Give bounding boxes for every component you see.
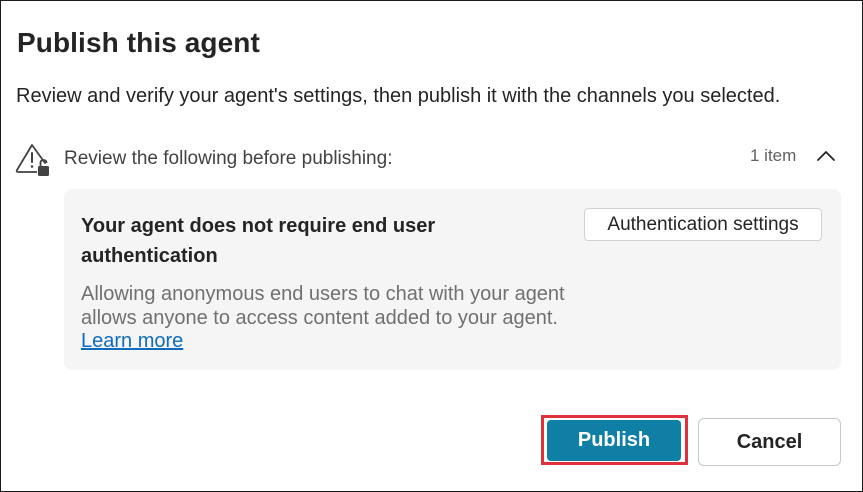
card-body-text: Allowing anonymous end users to chat wit… xyxy=(81,283,565,329)
publish-dialog: Publish this agent Review and verify you… xyxy=(0,0,863,492)
warning-lock-icon xyxy=(15,141,53,179)
chevron-up-icon[interactable] xyxy=(813,143,839,169)
dialog-description: Review and verify your agent's settings,… xyxy=(16,85,781,107)
learn-more-link[interactable]: Learn more xyxy=(81,330,183,352)
publish-button[interactable]: Publish xyxy=(547,420,681,461)
auth-warning-card: Your agent does not require end user aut… xyxy=(64,189,841,370)
cancel-button[interactable]: Cancel xyxy=(698,418,841,466)
item-count: 1 item xyxy=(750,146,797,165)
dialog-title: Publish this agent xyxy=(17,27,260,58)
review-section-header: Review the following before publishing: … xyxy=(15,137,845,177)
card-body: Allowing anonymous end users to chat wit… xyxy=(81,283,591,354)
review-label: Review the following before publishing: xyxy=(64,148,393,169)
authentication-settings-button[interactable]: Authentication settings xyxy=(584,208,822,241)
card-title: Your agent does not require end user aut… xyxy=(81,215,436,267)
